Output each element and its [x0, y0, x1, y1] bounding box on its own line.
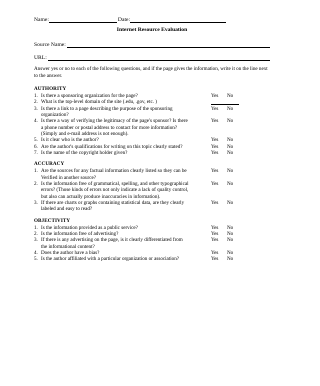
question-row: 3. If there are charts or graphs containi…	[34, 200, 270, 213]
answer-area: Yes No	[211, 200, 243, 206]
question-number: 1.	[34, 168, 38, 175]
instructions-text: Answer yes or no to each of the followin…	[34, 66, 268, 79]
answer-yes[interactable]: Yes	[211, 118, 227, 124]
answer-no[interactable]: No	[227, 237, 243, 243]
header-row: Name: Date:	[34, 14, 270, 23]
name-label: Name:	[34, 16, 49, 23]
section-authority: AUTHORITY 1. Is there a sponsoring organiz…	[34, 86, 270, 156]
question-row: 7. Is the name of the copyright holder gi…	[34, 150, 270, 156]
evaluation-form-page: Name: Date: Internet Resource Evaluation…	[0, 0, 298, 386]
source-name-line[interactable]	[66, 41, 270, 49]
date-line[interactable]	[130, 16, 227, 23]
question-text: If there is any advertising on the page,…	[41, 237, 183, 250]
answer-area: Yes No	[211, 168, 243, 174]
section-heading: ACCURACY	[34, 161, 65, 168]
section-heading: OBJECTIVITY	[34, 217, 71, 224]
answer-yes[interactable]: Yes	[211, 256, 227, 262]
question-row: 3. If there is any advertising on the pag…	[34, 237, 270, 250]
answer-yes[interactable]: Yes	[211, 106, 227, 112]
question-text: Is there a link to a page describing the…	[41, 105, 173, 119]
question-number: 4.	[34, 118, 38, 125]
answer-area: Yes No	[211, 150, 243, 156]
answer-no[interactable]: No	[227, 181, 243, 187]
question-number: 3.	[34, 237, 38, 244]
answer-no[interactable]: No	[227, 150, 243, 156]
answer-area: Yes No	[211, 181, 243, 187]
question-row: 3. Is there a link to a page describing t…	[34, 106, 270, 119]
section-heading: AUTHORITY	[34, 85, 67, 92]
answer-yes[interactable]: Yes	[211, 181, 227, 187]
question-text: If there are charts or graphs containing…	[41, 199, 185, 213]
question-text: Is there a way of verifying the legitima…	[41, 118, 188, 137]
source-name-field: Source Name:	[34, 40, 270, 49]
question-number: 2.	[34, 181, 38, 188]
answer-yes[interactable]: Yes	[211, 237, 227, 243]
question-row: 1. Are the sources for any factual inform…	[34, 168, 270, 181]
answer-no[interactable]: No	[227, 168, 243, 174]
answer-yes[interactable]: Yes	[211, 168, 227, 174]
answer-no[interactable]: No	[227, 118, 243, 124]
answer-area: Yes No	[211, 118, 243, 124]
question-row: 2. Is the information free of grammatical…	[34, 181, 270, 200]
answer-yes[interactable]: Yes	[211, 150, 227, 156]
source-name-label: Source Name:	[34, 42, 66, 48]
question-row: 5. Is the author affiliated with a partic…	[34, 256, 270, 262]
answer-no[interactable]: No	[227, 256, 243, 262]
question-number: 3.	[34, 199, 38, 206]
page-title: Internet Resource Evaluation	[116, 27, 188, 33]
question-text: Is the author affiliated with a particul…	[41, 256, 180, 263]
question-number: 3.	[34, 105, 38, 112]
question-text: Is the information free of grammatical, …	[41, 181, 189, 200]
answer-yes[interactable]: Yes	[211, 200, 227, 206]
name-line[interactable]	[48, 16, 117, 23]
answer-area: Yes No	[211, 106, 243, 112]
answer-area: Yes No	[211, 256, 243, 262]
url-field: URL:	[34, 53, 270, 62]
section-accuracy: ACCURACY 1. Are the sources for any factua…	[34, 161, 270, 212]
answer-area	[211, 99, 239, 106]
question-number: 7.	[34, 149, 38, 156]
url-line[interactable]	[47, 54, 270, 62]
answer-blank-line[interactable]	[211, 99, 239, 106]
question-text: Is the name of the copyright holder give…	[41, 149, 128, 156]
answer-no[interactable]: No	[227, 106, 243, 112]
question-text: Are the sources for any factual informat…	[41, 168, 187, 181]
answer-area: Yes No	[211, 237, 243, 243]
question-sections: AUTHORITY 1. Is there a sponsoring organiz…	[34, 86, 270, 263]
question-number: 5.	[34, 256, 38, 263]
section-objectivity: OBJECTIVITY 1. Is the information provided…	[34, 218, 270, 263]
answer-no[interactable]: No	[227, 200, 243, 206]
question-row: 4. Is there a way of verifying the legiti…	[34, 118, 270, 137]
date-label: Date:	[117, 16, 131, 23]
url-label: URL:	[34, 55, 47, 61]
